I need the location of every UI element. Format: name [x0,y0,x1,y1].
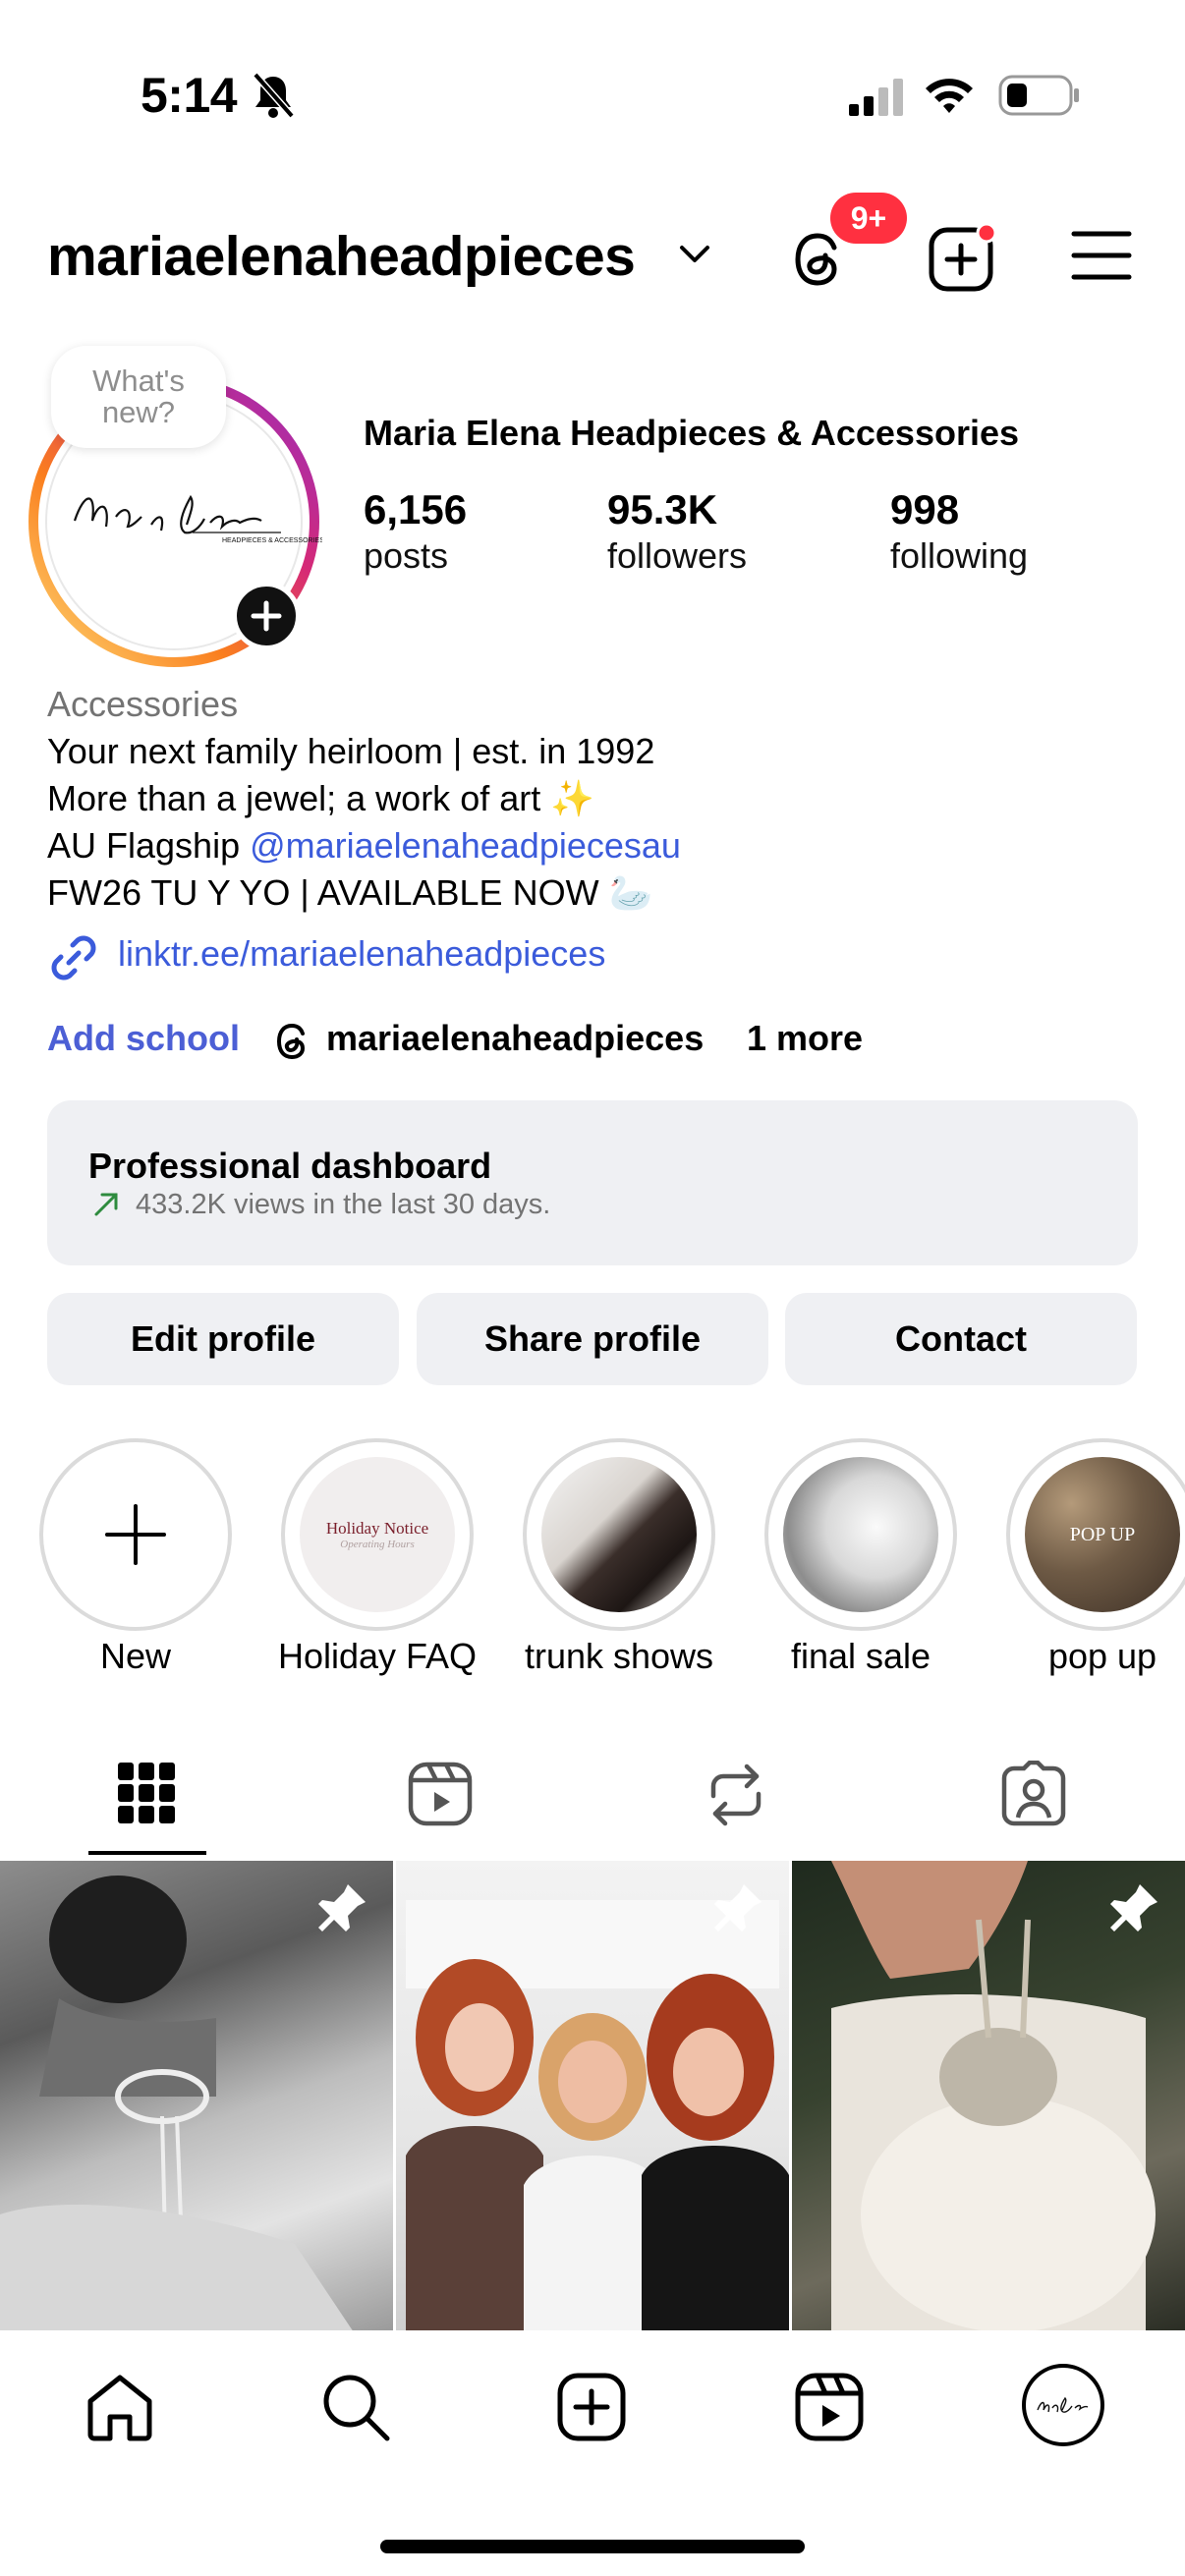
highlight-cover [783,1457,938,1612]
bio-line-1: Your next family heirloom | est. in 1992 [47,731,655,771]
home-indicator [380,2540,805,2553]
bio-line-4: FW26 TU Y YO | AVAILABLE NOW 🦢 [47,872,653,913]
menu-icon[interactable] [1071,228,1132,283]
grid-post-1[interactable] [0,1861,393,2332]
contact-button[interactable]: Contact [785,1293,1137,1385]
highlight-final-sale[interactable] [764,1438,957,1631]
wifi-icon [926,79,973,113]
highlight-cover: POP UP [1025,1457,1180,1612]
story-bubble[interactable]: What's new? [51,346,226,448]
bio-line-3: AU Flagship @mariaelenaheadpiecesau [47,823,681,868]
brand-logo-small [1037,2396,1089,2413]
stat-posts-label: posts [364,535,449,576]
bio-line-2: More than a jewel; a work of art ✨ [47,778,595,818]
highlight-cover: Holiday Notice Operating Hours [300,1457,455,1612]
plus-icon [105,1504,166,1565]
create-post-icon[interactable] [928,222,998,293]
stat-following[interactable]: 998 following [890,486,1028,579]
stat-following-value: 998 [890,486,960,532]
stat-followers-value: 95.3K [607,486,718,532]
dashboard-title: Professional dashboard [88,1146,492,1186]
holiday-cover-subtitle: Operating Hours [340,1539,415,1550]
threads-notification-badge: 9+ [830,193,907,244]
threads-small-icon [276,1023,306,1060]
highlight-holiday-faq[interactable]: Holiday Notice Operating Hours [281,1438,474,1631]
pin-icon [1110,1884,1157,1932]
bio-mention-link[interactable]: @mariaelenaheadpiecesau [250,825,681,866]
stat-posts-value: 6,156 [364,486,468,532]
search-icon[interactable] [320,2372,391,2442]
story-bubble-text: What's new? [92,364,185,429]
stat-following-label: following [890,535,1029,576]
grid-post-3[interactable] [792,1861,1185,2332]
dashboard-subtitle: 433.2K views in the last 30 days. [136,1189,551,1220]
add-school-link[interactable]: Add school [47,1018,240,1059]
battery-icon [998,75,1079,116]
highlight-label-pop-up: pop up [1047,1636,1157,1676]
create-icon[interactable] [556,2372,627,2442]
bio-line-3-prefix: AU Flagship [47,825,251,866]
profile-category: Accessories [47,684,239,724]
trending-up-arrow-icon [94,1193,118,1216]
plus-icon [251,600,282,632]
chevron-down-icon[interactable] [678,244,711,265]
holiday-cover-title: Holiday Notice [325,1519,429,1538]
highlight-label-holiday-faq: Holiday FAQ [277,1636,478,1676]
highlight-label-trunk-shows: trunk shows [524,1636,714,1676]
add-story-button[interactable] [232,582,301,650]
stat-followers-label: followers [607,535,748,576]
stat-followers[interactable]: 95.3K followers [607,486,747,579]
edit-profile-button[interactable]: Edit profile [47,1293,399,1385]
profile-full-name: Maria Elena Headpieces & Accessories [364,413,1020,453]
more-links[interactable]: 1 more [747,1018,863,1059]
highlight-cover [541,1457,697,1612]
svg-text:HEADPIECES & ACCESSORIES: HEADPIECES & ACCESSORIES [222,537,322,544]
profile-nav-avatar[interactable] [1022,2364,1104,2446]
highlight-new[interactable] [39,1438,232,1631]
highlight-pop-up[interactable]: POP UP [1006,1438,1185,1631]
highlight-label-new: New [99,1636,172,1676]
highlight-label-final-sale: final sale [790,1636,931,1676]
bio-link[interactable]: linktr.ee/mariaelenaheadpieces [118,933,605,975]
cellular-signal-icon [849,79,903,116]
silent-bell-icon [253,72,295,119]
reels-icon[interactable] [407,1761,474,1827]
pin-icon [318,1884,366,1932]
stat-posts[interactable]: 6,156 posts [364,486,467,579]
grid-post-2[interactable] [396,1861,789,2332]
active-tab-indicator [88,1851,206,1855]
reels-nav-icon[interactable] [794,2372,865,2442]
grid-icon[interactable] [118,1763,175,1823]
link-icon [51,935,96,980]
popup-cover-title: POP UP [1069,1523,1136,1545]
tagged-icon[interactable] [1000,1761,1067,1827]
highlight-trunk-shows[interactable] [523,1438,715,1631]
status-time: 5:14 [141,68,238,123]
threads-handle-link[interactable]: mariaelenaheadpieces [326,1018,704,1059]
home-icon[interactable] [85,2372,155,2442]
profile-username[interactable]: mariaelenaheadpieces [47,224,636,289]
reposts-icon[interactable] [704,1761,768,1829]
pin-icon [714,1884,762,1932]
share-profile-button[interactable]: Share profile [417,1293,768,1385]
